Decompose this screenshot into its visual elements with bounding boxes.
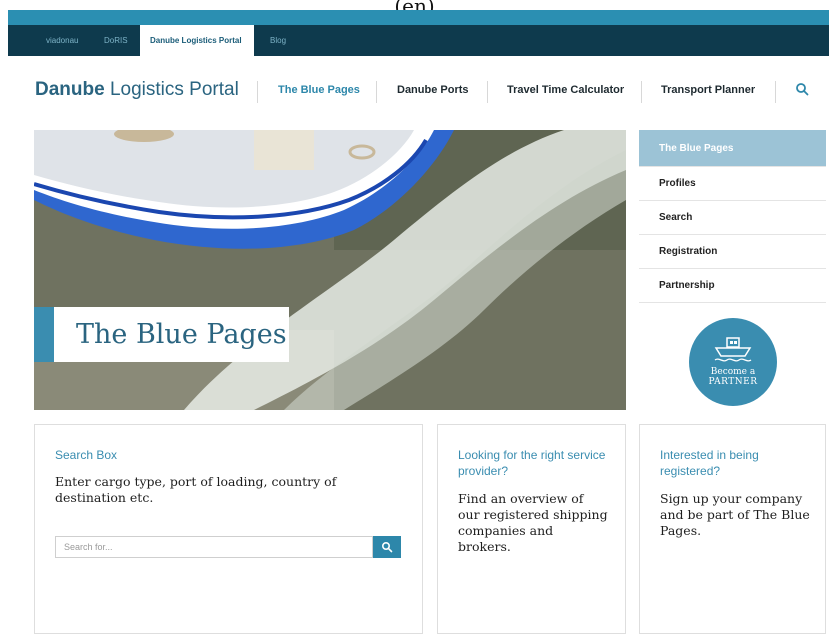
registration-title: Interested in being registered? [660,448,759,478]
top-stripe [8,10,829,25]
nav-divider [641,81,642,103]
service-provider-card: Looking for the right service provider? … [437,424,626,634]
hero-image: The Blue Pages [34,130,626,410]
top-bar: viadonau DoRIS Danube Logistics Portal B… [8,10,829,56]
sidebar-item-search[interactable]: Search [639,201,826,235]
search-box-card: Search Box Enter cargo type, port of loa… [34,424,423,634]
search-box-description: Enter cargo type, port of loading, count… [55,474,337,505]
tab-viadonau[interactable]: viadonau [38,25,86,56]
tab-danube-logistics-portal[interactable]: Danube Logistics Portal [140,25,254,56]
search-icon [381,541,393,553]
search-icon[interactable] [794,81,810,97]
hero-title: The Blue Pages [76,319,287,350]
sidebar-item-the-blue-pages[interactable]: The Blue Pages [639,130,826,167]
logo-bold: Danube [35,79,105,100]
nav-divider [487,81,488,103]
nav-divider [775,81,776,103]
registration-description: Sign up your company and be part of The … [660,491,810,538]
service-provider-description: Find an overview of our registered shipp… [458,491,608,554]
ship-wake-illustration [34,130,626,410]
tab-doris[interactable]: DoRIS [96,25,136,56]
tab-blog[interactable]: Blog [262,25,294,56]
nav-transport-planner[interactable]: Transport Planner [661,84,755,96]
nav-the-blue-pages[interactable]: The Blue Pages [278,84,360,96]
ship-icon [714,337,752,362]
search-input[interactable]: Search for... [55,536,373,558]
sidebar-item-partnership[interactable]: Partnership [639,269,826,303]
logo-text: Logistics Portal [104,79,239,100]
sidebar-menu: The Blue Pages Profiles Search Registrat… [639,130,826,303]
become-partner-badge[interactable]: Become a PARTNER [689,318,777,406]
service-provider-title: Looking for the right service provider? [458,448,606,478]
nav-divider [257,81,258,103]
registration-card: Interested in being registered? Sign up … [639,424,826,634]
partner-label-line2: PARTNER [708,377,758,387]
search-button[interactable] [373,536,401,558]
nav-divider [376,81,377,103]
sidebar-item-profiles[interactable]: Profiles [639,167,826,201]
site-logo[interactable]: Danube Logistics Portal [35,79,239,101]
nav-travel-time-calculator[interactable]: Travel Time Calculator [507,84,624,96]
hero-title-accent [34,307,54,362]
nav-danube-ports[interactable]: Danube Ports [397,84,469,96]
sidebar-item-registration[interactable]: Registration [639,235,826,269]
partner-label-line1: Become a [710,367,756,377]
hero-title-box: The Blue Pages [34,307,289,362]
search-box-title: Search Box [55,448,118,462]
